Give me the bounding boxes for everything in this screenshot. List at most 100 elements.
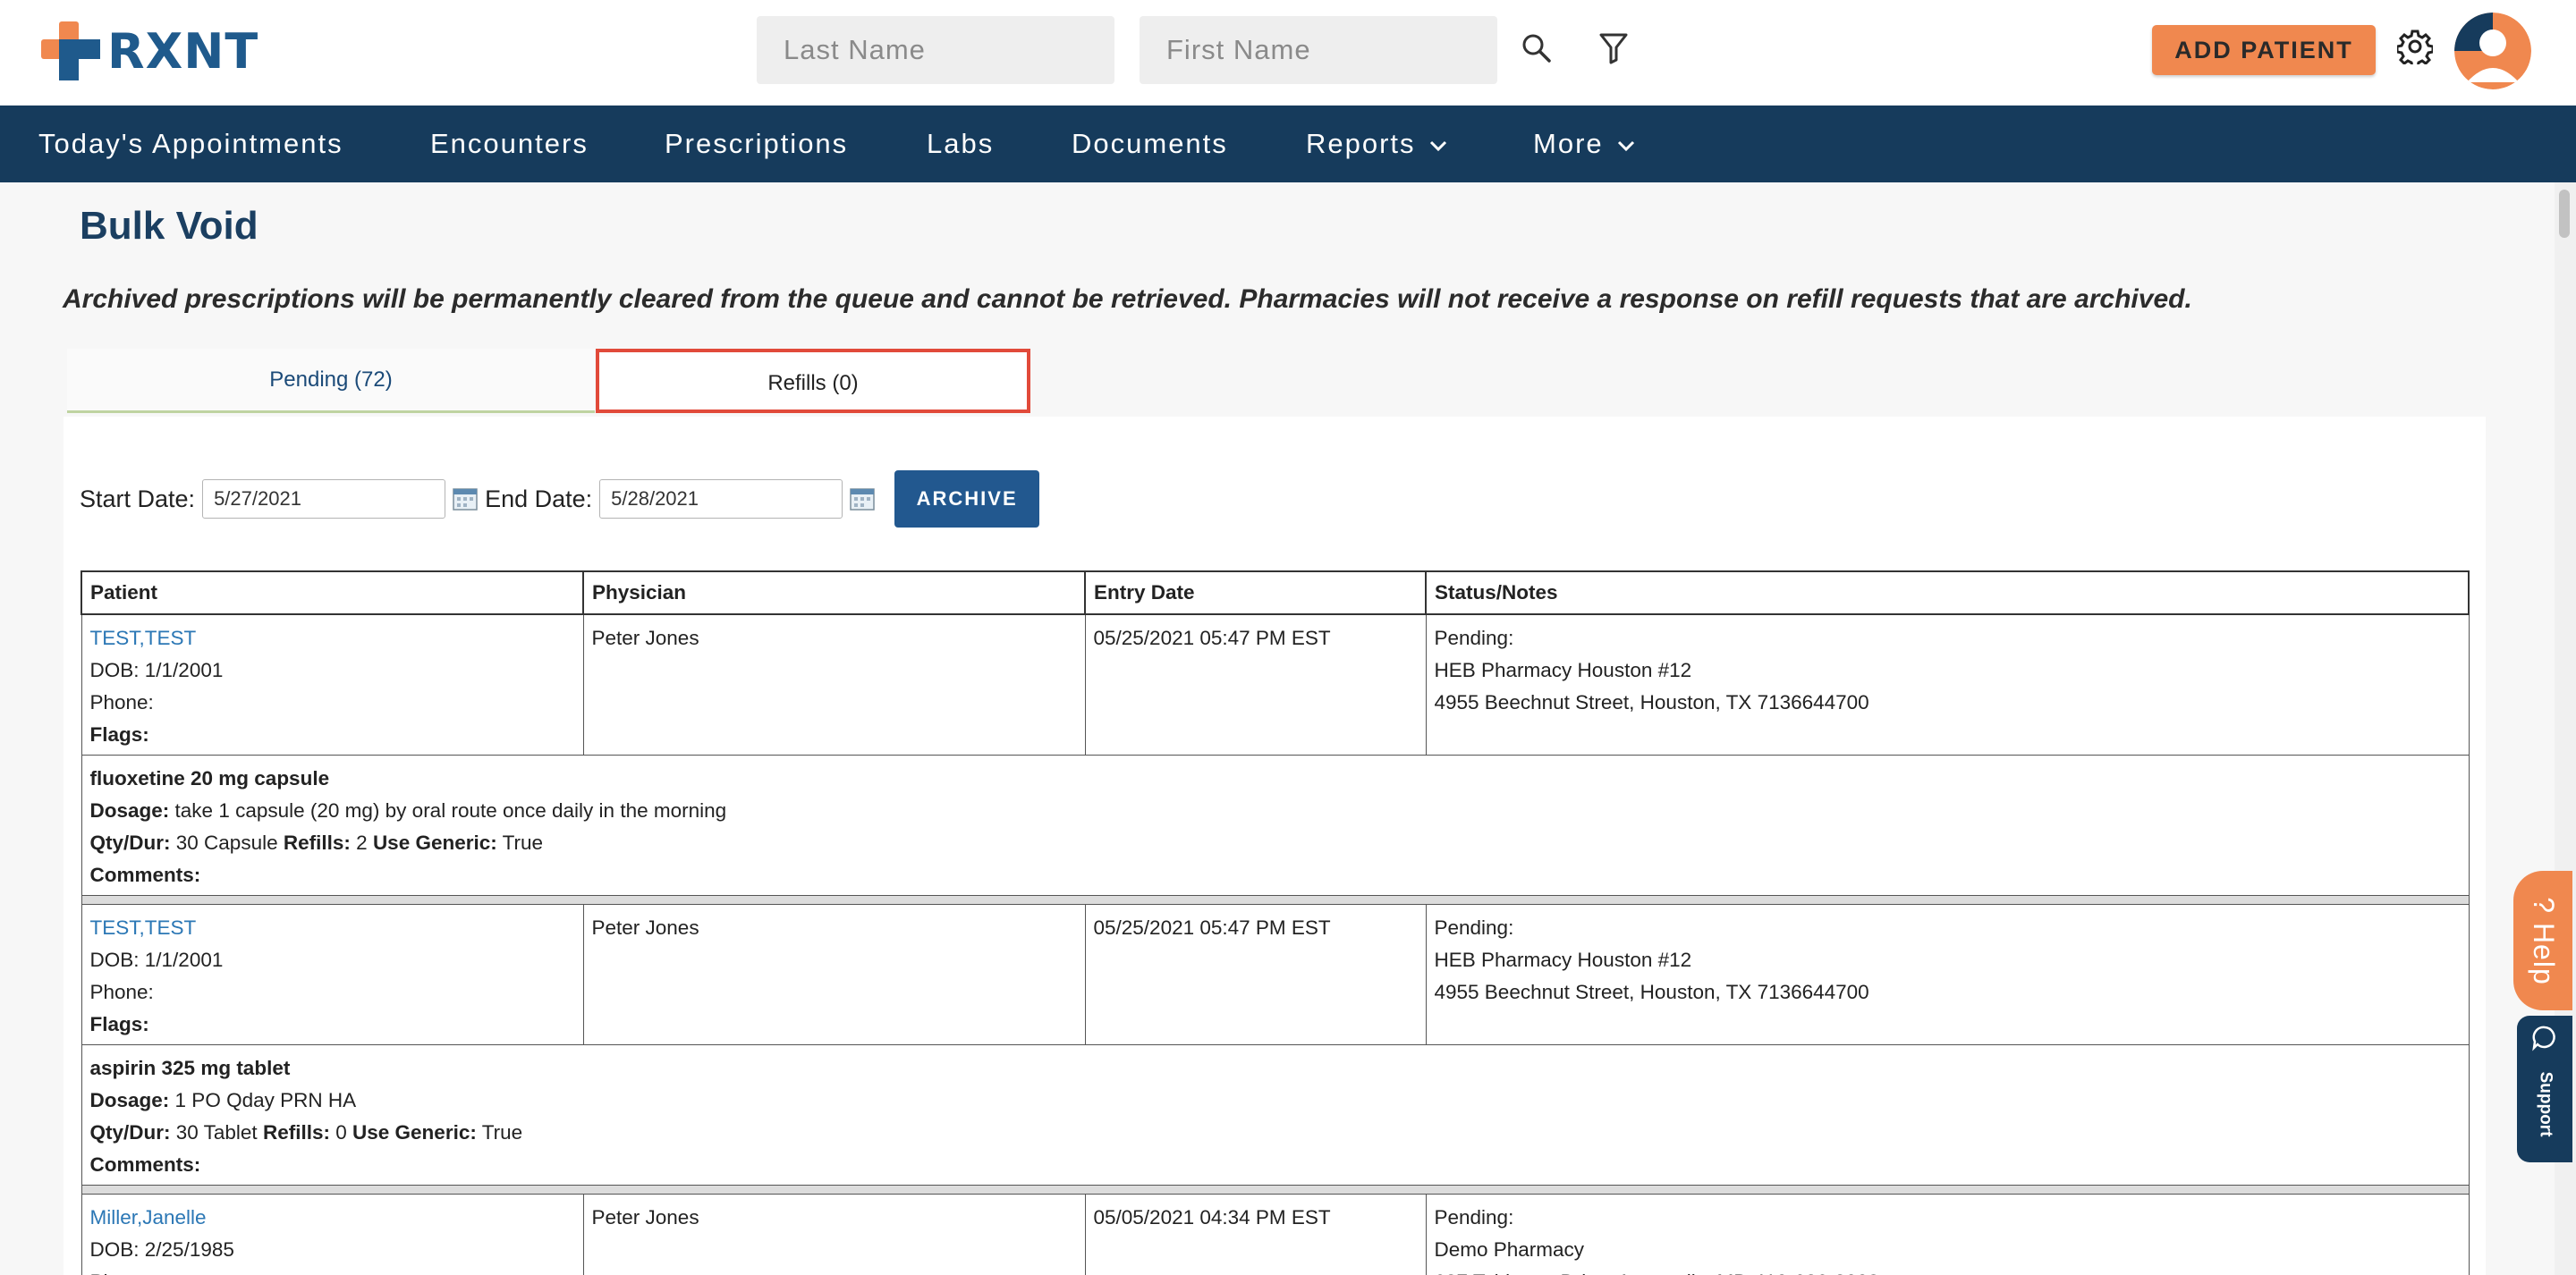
patient-phone: Phone: [90,1266,575,1275]
nav-more-label: More [1533,128,1604,159]
patient-phone: Phone: [89,981,154,1003]
user-avatar[interactable] [2454,13,2531,89]
chevron-down-icon [1617,140,1634,151]
qty-value: 30 Tablet [175,1121,258,1144]
entry-date-cell: 05/05/2021 04:34 PM EST [1084,1194,1427,1275]
nav-prescriptions[interactable]: Prescriptions [665,106,848,182]
main-nav: Today's Appointments Encounters Prescrip… [0,106,2576,182]
nav-reports-label: Reports [1306,128,1416,159]
physician-cell: Peter Jones [582,613,1086,756]
dob-value: 1/1/2001 [144,949,224,971]
medication-details: aspirin 325 mg tablet Dosage: 1 PO Qday … [80,1044,2470,1186]
gear-icon[interactable] [2390,21,2440,72]
nav-reports[interactable]: Reports [1306,106,1448,182]
nav-more[interactable]: More [1533,106,1636,182]
dob-value: 1/1/2001 [144,659,224,681]
patient-dob: DOB: 2/25/1985 [90,1234,575,1266]
support-button[interactable]: Support [2517,1016,2572,1162]
support-label: Support [2536,1071,2555,1137]
rxnt-logo[interactable]: RXNT [41,21,258,80]
column-header-patient[interactable]: Patient [80,570,584,615]
patient-cell: Miller,Janelle DOB: 2/25/1985 Phone: [80,1194,584,1275]
calendar-icon[interactable] [453,487,478,511]
column-header-physician[interactable]: Physician [582,570,1086,615]
refills-value: 0 [335,1121,347,1144]
physician-cell: Peter Jones [582,904,1086,1045]
qty-line: Qty/Dur: 30 Capsule Refills: 2 Use Gener… [90,827,2461,859]
tab-refills[interactable]: Refills (0) [596,349,1030,413]
refills-label: Refills: [262,1121,330,1144]
nav-encounters[interactable]: Encounters [430,106,589,182]
dosage-value: take 1 capsule (20 mg) by oral route onc… [174,799,727,822]
refills-label: Refills: [283,832,351,854]
prescriptions-table: Patient Physician Entry Date Status/Note… [80,570,2470,1275]
end-date-input[interactable] [599,479,843,519]
cross-logo-icon [41,21,100,80]
add-patient-button[interactable]: ADD PATIENT [2152,25,2376,75]
use-generic-label: Use Generic: [372,832,497,854]
drug-name: aspirin 325 mg tablet [89,1057,291,1079]
column-header-status[interactable]: Status/Notes [1425,570,2470,615]
patient-cell: TEST,TEST DOB: 1/1/2001 Phone: Flags: [80,613,584,756]
pharmacy-address: 4955 Beechnut Street, Houston, TX 713664… [1434,981,1869,1003]
medication-row: aspirin 325 mg tablet Dosage: 1 PO Qday … [80,1044,2470,1186]
archive-button[interactable]: ARCHIVE [894,470,1040,528]
pharmacy-name: HEB Pharmacy Houston #12 [1434,659,1692,681]
dob-label: DOB: [89,949,140,971]
top-header: RXNT ADD PATIENT [0,0,2576,106]
last-name-input[interactable] [757,16,1114,84]
pharmacy-name: HEB Pharmacy Houston #12 [1434,949,1692,971]
dob-value: 2/25/1985 [144,1238,234,1261]
qty-label: Qty/Dur: [89,832,171,854]
nav-labs[interactable]: Labs [927,106,994,182]
search-icon[interactable] [1512,23,1562,73]
use-generic-value: True [481,1121,523,1144]
separator-cell [80,895,2470,905]
help-label: ? Help [2527,896,2560,985]
chevron-down-icon [1429,140,1446,151]
nav-todays-appointments[interactable]: Today's Appointments [38,106,343,182]
table-row: Miller,Janelle DOB: 2/25/1985 Phone: Pet… [80,1194,2470,1275]
dob-label: DOB: [89,1238,140,1261]
patient-cell: TEST,TEST DOB: 1/1/2001 Phone: Flags: [80,904,584,1045]
row-separator [80,1185,2470,1195]
filter-icon[interactable] [1589,23,1639,73]
qty-value: 30 Capsule [175,832,278,854]
first-name-input[interactable] [1140,16,1497,84]
dosage-line: Dosage: take 1 capsule (20 mg) by oral r… [90,795,2461,827]
help-button[interactable]: ? Help [2513,871,2572,1010]
qty-label: Qty/Dur: [89,1121,171,1144]
dosage-value: 1 PO Qday PRN HA [174,1089,357,1111]
pharmacy-address: 4955 Beechnut Street, Houston, TX 713664… [1434,691,1869,713]
medication-details: fluoxetine 20 mg capsule Dosage: take 1 … [80,755,2470,896]
entry-date-cell: 05/25/2021 05:47 PM EST [1084,613,1427,756]
refills-value: 2 [356,832,368,854]
patient-link[interactable]: TEST,TEST [90,622,575,654]
patient-dob: DOB: 1/1/2001 [90,944,575,976]
tab-pending[interactable]: Pending (72) [67,349,595,413]
calendar-icon[interactable] [850,487,875,511]
entry-date-cell: 05/25/2021 05:47 PM EST [1084,904,1427,1045]
drug-name: fluoxetine 20 mg capsule [89,767,330,789]
patient-link[interactable]: TEST,TEST [90,912,575,944]
use-generic-value: True [502,832,544,854]
patient-dob: DOB: 1/1/2001 [90,654,575,687]
row-separator [80,895,2470,905]
pharmacy-name: Demo Pharmacy [1434,1238,1585,1261]
start-date-input[interactable] [202,479,446,519]
patient-link[interactable]: Miller,Janelle [90,1202,575,1234]
chat-bubble-icon [2532,1026,2555,1051]
start-date-label: Start Date: [80,485,196,512]
dob-label: DOB: [89,659,140,681]
dosage-label: Dosage: [89,1089,170,1111]
column-header-entry-date[interactable]: Entry Date [1084,570,1427,615]
dosage-line: Dosage: 1 PO Qday PRN HA [90,1085,2461,1117]
scrollbar-thumb[interactable] [2559,190,2570,238]
page-title: Bulk Void [80,204,258,248]
status-cell: Pending: HEB Pharmacy Houston #12 4955 B… [1425,613,2470,756]
table-row: TEST,TEST DOB: 1/1/2001 Phone: Flags: Pe… [80,613,2470,756]
nav-documents[interactable]: Documents [1072,106,1228,182]
table-header-row: Patient Physician Entry Date Status/Note… [80,570,2470,615]
dosage-label: Dosage: [89,799,170,822]
end-date-label: End Date: [485,485,593,512]
